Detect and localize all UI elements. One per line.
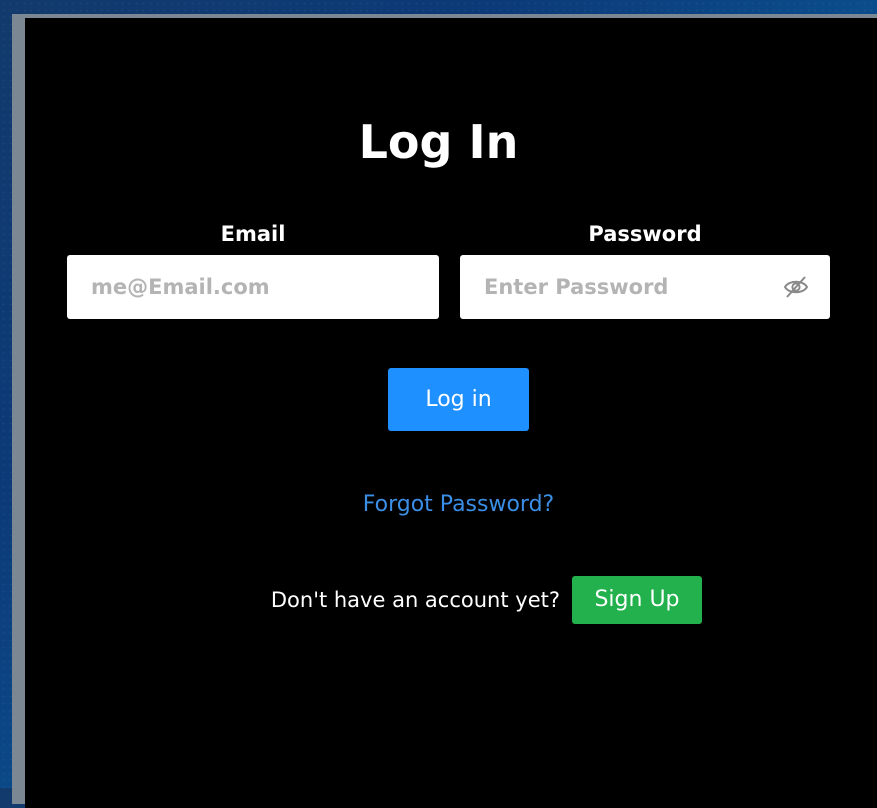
password-field-container (460, 255, 830, 319)
email-input[interactable] (67, 255, 439, 319)
signup-prompt: Don't have an account yet? (270, 588, 560, 612)
password-label: Password (588, 222, 702, 246)
email-label: Email (220, 222, 286, 246)
signup-button[interactable]: Sign Up (572, 576, 702, 624)
signup-row: Don't have an account yet? Sign Up (0, 576, 877, 624)
page-title: Log In (358, 115, 519, 169)
password-input[interactable] (460, 255, 770, 319)
login-button[interactable]: Log in (388, 368, 529, 431)
eye-slash-icon[interactable] (782, 274, 810, 300)
email-field-container (67, 255, 439, 319)
forgot-password-link[interactable]: Forgot Password? (0, 490, 877, 520)
